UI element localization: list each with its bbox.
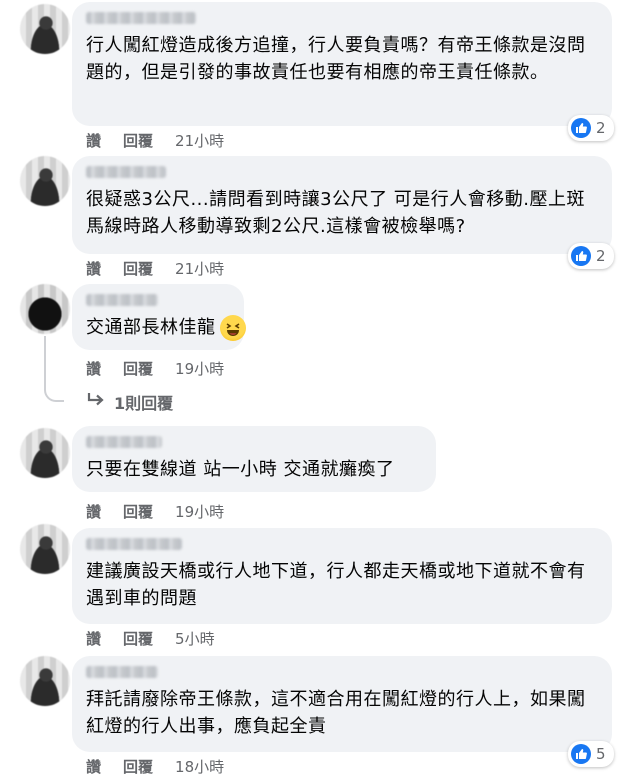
like-button[interactable]: 讚 [86, 756, 101, 774]
like-button[interactable]: 讚 [86, 501, 101, 522]
comment-bubble: 建議廣設天橋或行人地下道，行人都走天橋或地下道就不會有遇到車的問題 [72, 528, 612, 624]
reaction-count-text: 2 [596, 247, 606, 265]
comment-text: 交通部長林佳龍 [86, 317, 216, 338]
comment-bubble: 拜託請廢除帝王條款，這不適合用在闖紅燈的行人上，如果闖紅燈的行人出事，應負起全責 [72, 656, 612, 752]
comment-text: 拜託請廢除帝王條款，這不適合用在闖紅燈的行人上，如果闖紅燈的行人出事，應負起全責 [86, 689, 586, 737]
timestamp[interactable]: 21小時 [175, 258, 224, 279]
comment-bubble: 交通部長林佳龍 [72, 284, 246, 350]
comment-actions: 讚 回覆 21小時 [86, 130, 246, 151]
avatar[interactable] [20, 524, 70, 574]
comment-text: 只要在雙線道 站一小時 交通就癱瘓了 [86, 459, 395, 480]
avatar[interactable] [20, 284, 70, 334]
comment-text-row: 交通部長林佳龍 [86, 314, 246, 341]
reply-button[interactable]: 回覆 [123, 628, 153, 649]
comment-actions: 讚 回覆 5小時 [86, 628, 237, 649]
like-button[interactable]: 讚 [86, 358, 101, 379]
author-name-blurred[interactable] [86, 12, 196, 24]
reply-button[interactable]: 回覆 [123, 130, 153, 151]
timestamp[interactable]: 19小時 [175, 501, 224, 522]
like-button[interactable]: 讚 [86, 628, 101, 649]
comment-bubble: 只要在雙線道 站一小時 交通就癱瘓了 [72, 426, 436, 492]
like-button[interactable]: 讚 [86, 130, 101, 151]
timestamp[interactable]: 21小時 [175, 130, 224, 151]
reply-button[interactable]: 回覆 [123, 358, 153, 379]
author-name-blurred[interactable] [86, 166, 166, 178]
author-name-blurred[interactable] [86, 666, 158, 678]
comment-actions: 讚 回覆 21小時 [86, 258, 246, 279]
author-name-blurred[interactable] [86, 294, 158, 306]
comment-actions: 讚 回覆 19小時 [86, 501, 246, 522]
comment-actions: 讚 回覆 19小時 [86, 358, 246, 379]
avatar[interactable] [20, 156, 70, 206]
reply-button[interactable]: 回覆 [123, 756, 153, 774]
reply-button[interactable]: 回覆 [123, 258, 153, 279]
comment-text: 建議廣設天橋或行人地下道，行人都走天橋或地下道就不會有遇到車的問題 [86, 561, 586, 609]
view-replies-label[interactable]: 1則回覆 [114, 390, 173, 414]
reply-thread-curve [44, 382, 64, 402]
comment-text: 很疑惑3公尺...請問看到時讓3公尺了 可是行人會移動.壓上斑馬線時路人移動導致… [86, 189, 586, 237]
timestamp[interactable]: 19小時 [175, 358, 224, 379]
reaction-count-text: 5 [596, 745, 606, 763]
timestamp[interactable]: 18小時 [175, 756, 224, 774]
reply-button[interactable]: 回覆 [123, 501, 153, 522]
avatar[interactable] [20, 656, 70, 706]
comment-text: 行人闖紅燈造成後方追撞，行人要負責嗎？有帝王條款是沒問題的，但是引發的事故責任也… [86, 35, 586, 83]
avatar[interactable] [20, 428, 70, 478]
reaction-count[interactable]: 2 [568, 243, 614, 269]
comment-bubble: 行人闖紅燈造成後方追撞，行人要負責嗎？有帝王條款是沒問題的，但是引發的事故責任也… [72, 2, 612, 126]
like-button[interactable]: 讚 [86, 258, 101, 279]
timestamp[interactable]: 5小時 [175, 628, 215, 649]
author-name-blurred[interactable] [86, 436, 162, 448]
thumbs-up-icon [571, 246, 591, 266]
reaction-count[interactable]: 5 [568, 741, 614, 767]
reaction-count[interactable]: 2 [568, 115, 614, 141]
view-replies-link[interactable]: 1則回覆 [86, 390, 173, 414]
reply-arrow-icon [86, 392, 106, 412]
avatar[interactable] [20, 4, 70, 54]
reaction-count-text: 2 [596, 119, 606, 137]
thumbs-up-icon [571, 744, 591, 764]
laughing-face-emoji-icon [219, 315, 246, 341]
comment-bubble: 很疑惑3公尺...請問看到時讓3公尺了 可是行人會移動.壓上斑馬線時路人移動導致… [72, 156, 612, 254]
thumbs-up-icon [571, 118, 591, 138]
author-name-blurred[interactable] [86, 538, 182, 550]
comment-actions: 讚 回覆 18小時 [86, 756, 246, 774]
